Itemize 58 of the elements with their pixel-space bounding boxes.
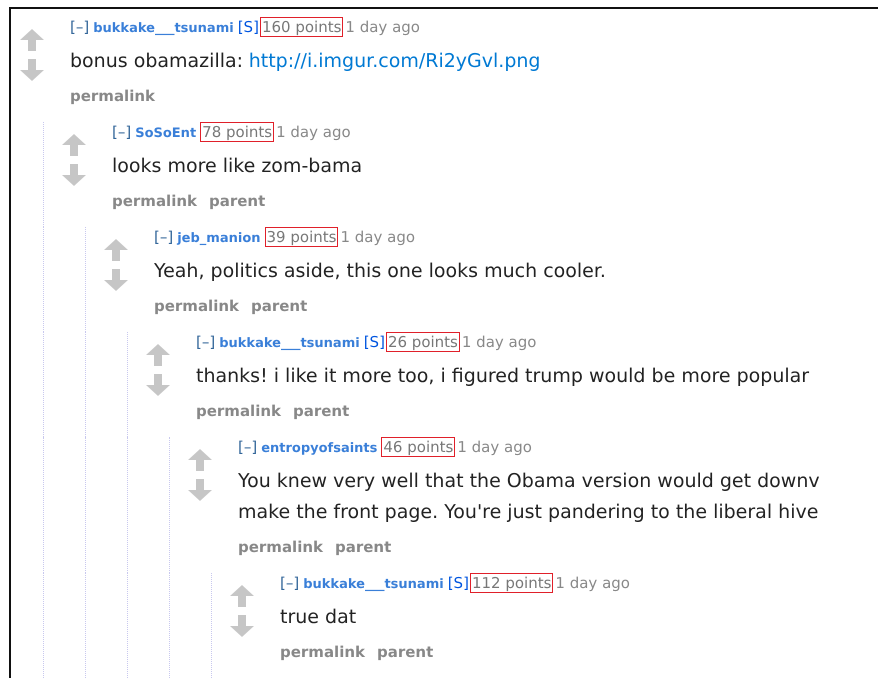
timestamp: 1 day ago xyxy=(276,123,351,141)
comment-text: You knew very well that the Obama version would get downv xyxy=(238,469,820,494)
username-link[interactable]: bukkake___tsunami xyxy=(303,577,444,592)
timestamp: 1 day ago xyxy=(555,574,630,592)
collapse-link[interactable]: [–] xyxy=(238,438,258,456)
score-text: 46 points xyxy=(381,437,456,457)
collapse-link[interactable]: [–] xyxy=(196,333,216,351)
comment-text: thanks! i like it more too, i figured trump would be more popular xyxy=(196,364,810,389)
down-arrow-icon[interactable] xyxy=(104,269,128,291)
comment-text: looks more like zom-bama xyxy=(112,154,362,179)
comment-action-link[interactable]: parent xyxy=(377,643,434,661)
collapse-link[interactable]: [–] xyxy=(280,574,300,592)
username-link[interactable]: bukkake___tsunami xyxy=(219,336,360,351)
comment-text: true dat xyxy=(280,605,358,630)
comment-action-link[interactable]: permalink xyxy=(112,192,197,210)
timestamp: 1 day ago xyxy=(345,18,420,36)
collapse-link[interactable]: [–] xyxy=(70,18,90,36)
username-link[interactable]: entropyofsaints xyxy=(261,441,378,456)
image-link[interactable]: http://i.imgur.com/Ri2yGvl.png xyxy=(248,50,540,72)
submitter-tag: [S] xyxy=(448,574,469,592)
comment-action-link[interactable]: parent xyxy=(251,297,308,315)
submitter-tag: [S] xyxy=(364,333,385,351)
up-arrow-icon[interactable] xyxy=(104,239,128,261)
comment-text: bonus obamazilla: http://i.imgur.com/Ri2yGvl.png xyxy=(70,49,540,74)
username-link[interactable]: SoSoEnt xyxy=(135,126,196,141)
username-link[interactable]: jeb_manion xyxy=(177,231,261,246)
comment-action-link[interactable]: parent xyxy=(209,192,266,210)
down-arrow-icon[interactable] xyxy=(230,615,254,637)
timestamp: 1 day ago xyxy=(457,438,532,456)
up-arrow-icon[interactable] xyxy=(230,585,254,607)
username-link[interactable]: bukkake___tsunami xyxy=(93,21,234,36)
comment-text: Yeah, politics aside, this one looks much cooler. xyxy=(154,259,606,284)
down-arrow-icon[interactable] xyxy=(20,59,44,81)
comment-action-link[interactable]: permalink xyxy=(196,402,281,420)
up-arrow-icon[interactable] xyxy=(20,29,44,51)
down-arrow-icon[interactable] xyxy=(188,479,212,501)
comment-action-link[interactable]: permalink xyxy=(280,643,365,661)
comment-action-link[interactable]: parent xyxy=(293,402,350,420)
comment-text: make the front page. You're just pandering to the liberal hive xyxy=(238,500,820,525)
collapse-link[interactable]: [–] xyxy=(112,123,132,141)
down-arrow-icon[interactable] xyxy=(62,164,86,186)
comment-action-link[interactable]: permalink xyxy=(154,297,239,315)
submitter-tag: [S] xyxy=(238,18,259,36)
score-text: 112 points xyxy=(470,573,554,593)
down-arrow-icon[interactable] xyxy=(146,374,170,396)
score-text: 39 points xyxy=(264,227,338,247)
score-text: 26 points xyxy=(386,332,460,352)
score-text: 160 points xyxy=(260,17,344,37)
comment-action-link[interactable]: permalink xyxy=(70,87,155,105)
up-arrow-icon[interactable] xyxy=(62,134,86,156)
up-arrow-icon[interactable] xyxy=(188,449,212,471)
comment-action-link[interactable]: permalink xyxy=(238,538,323,556)
timestamp: 1 day ago xyxy=(462,333,536,351)
comment-action-link[interactable]: parent xyxy=(335,538,392,556)
up-arrow-icon[interactable] xyxy=(146,344,170,366)
timestamp: 1 day ago xyxy=(340,228,416,246)
collapse-link[interactable]: [–] xyxy=(154,228,174,246)
score-text: 78 points xyxy=(200,122,274,142)
